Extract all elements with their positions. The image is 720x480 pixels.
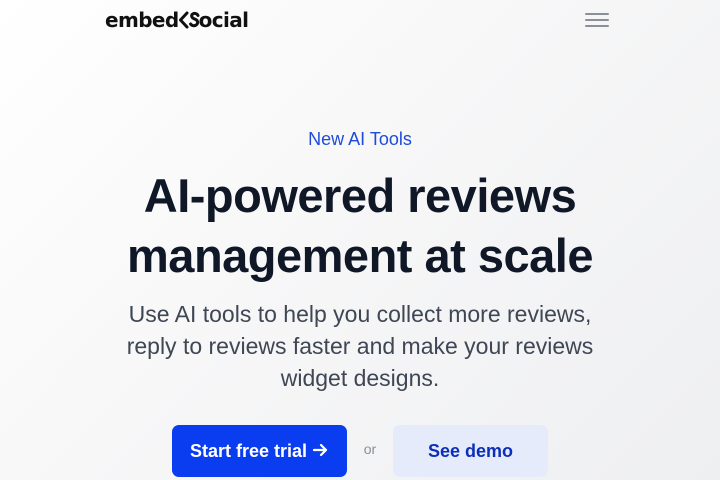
logo-text-prefix: embed xyxy=(105,8,179,32)
logo-text-suffix: ocial xyxy=(198,8,249,32)
hero-title: AI-powered reviews management at scale xyxy=(0,166,720,286)
menu-bar xyxy=(585,25,609,27)
top-navigation: embed ocial xyxy=(0,0,720,42)
hero-subtitle: Use AI tools to help you collect more re… xyxy=(126,301,594,391)
menu-bar xyxy=(585,13,609,15)
start-free-trial-label: Start free trial xyxy=(189,440,308,461)
embedsocial-logo[interactable]: embed ocial xyxy=(105,8,249,32)
cta-row: Start free trial or See demo xyxy=(0,425,720,477)
or-separator: or xyxy=(363,441,377,457)
see-demo-label: See demo xyxy=(427,440,514,461)
arrow-right-icon xyxy=(312,441,329,462)
hamburger-menu-icon[interactable] xyxy=(583,10,611,30)
hero-title-line: management at scale xyxy=(127,229,593,282)
eyebrow-label: New AI Tools xyxy=(308,129,412,149)
embed-chevron-s-icon xyxy=(178,9,200,31)
see-demo-button[interactable]: See demo xyxy=(393,425,548,477)
menu-bar xyxy=(585,19,609,21)
hero-title-line: AI-powered reviews xyxy=(143,169,577,222)
start-free-trial-button[interactable]: Start free trial xyxy=(172,425,347,477)
